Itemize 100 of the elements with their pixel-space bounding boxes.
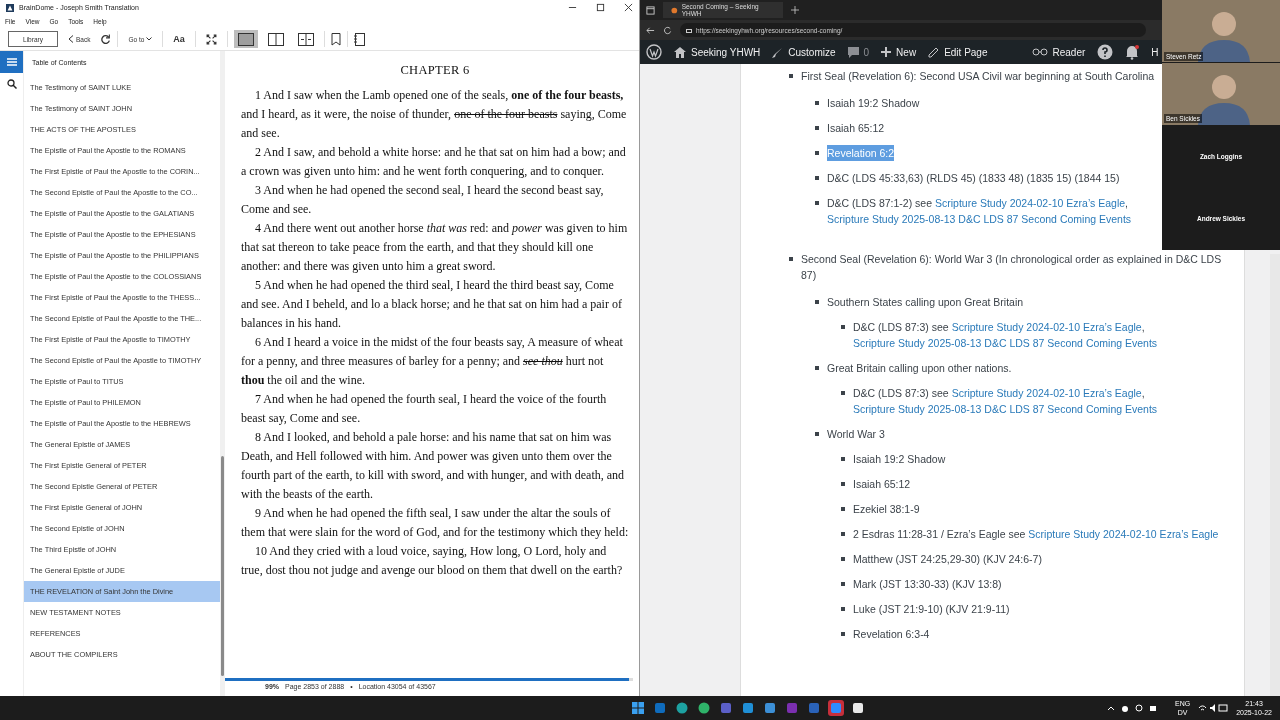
list-item-text: 2 Esdras 11:28-31 / Ezra’s Eagle see Scripture Study 2024-02-10 Ezra’s Eagle <box>853 527 1219 542</box>
network-volume-battery-icon <box>1198 703 1229 713</box>
bullet-icon <box>841 391 845 395</box>
app-logo-icon <box>631 702 644 714</box>
verse-text: 4 And there went out another horse that was red: and power was given to him that sat thereon to take peace from the earth, and that they should kill one another: and there was given unto him a great sword. <box>241 220 629 275</box>
app-logo-icon <box>719 702 732 714</box>
bullet-icon <box>841 325 845 329</box>
link[interactable]: Scripture Study 2024-02-10 Ezra’s Eagle <box>951 321 1142 333</box>
search-icon <box>6 79 17 89</box>
pencil-icon <box>928 46 940 58</box>
verse-text: 5 And when he had opened the third seal, I heard the third beast say, Come and see. And I beheld, and lo a black horse; and he that sat on him had a pair of balances in his hand. <box>241 277 623 332</box>
font-button[interactable]: Aa <box>169 30 189 48</box>
app-logo-icon <box>741 702 754 714</box>
page-layout-button[interactable] <box>233 30 258 48</box>
bullet-icon <box>841 632 845 636</box>
comments-link[interactable]: 0 <box>847 46 870 58</box>
link[interactable]: Scripture Study 2024-02-10 Ezra’s Eagle <box>1028 528 1219 540</box>
bullet-icon <box>841 482 845 486</box>
help-icon <box>1097 44 1114 60</box>
home-icon <box>674 46 686 58</box>
bullet-icon <box>841 532 845 536</box>
app-logo-icon <box>653 702 666 714</box>
refresh-icon <box>100 33 112 45</box>
verse-text: 1 And I saw when the Lamb opened one of the seals, one of the four beasts, and I heard, as it were, the noise of thunder, one of the four beasts saying, Come and see. <box>241 87 628 142</box>
bookmark-icon <box>330 32 341 46</box>
glasses-icon <box>1031 48 1048 56</box>
list-item-text: Ezekiel 38:1-9 <box>853 502 920 517</box>
bullet-icon <box>815 126 819 130</box>
bullet-icon <box>815 176 819 180</box>
brush-icon <box>772 46 784 58</box>
bullet-icon <box>841 607 845 611</box>
account-link[interactable]: H <box>1151 46 1159 58</box>
list-item-text: Matthew (JST 24:25,29-30) (KJV 24:6-7) <box>853 552 1042 567</box>
notebook-icon <box>353 32 365 46</box>
caret-icon <box>146 37 153 41</box>
list-item-text: Revelation 6:2 <box>827 145 895 161</box>
plus-icon <box>881 47 892 57</box>
site-link[interactable]: Seeking YHWH <box>674 46 761 58</box>
app-logo-icon <box>807 702 820 714</box>
app-logo-icon <box>6 3 14 12</box>
bullet-icon <box>789 74 793 78</box>
taskbar-app-icon[interactable] <box>629 700 646 716</box>
contents-tab[interactable] <box>0 51 23 73</box>
list-item-text: Second Seal (Revelation 6): World War 3 (In chronological order as explained in D&C LDS 87) <box>801 252 1223 283</box>
expand-icon <box>205 33 217 45</box>
verse-text: 9 And when he had opened the fifth seal, I saw under the altar the souls of them that were slain for the word of God, and for the testimony which they held: <box>241 505 629 541</box>
bullet-icon <box>815 101 819 105</box>
list-item-text: D&C (LDS 87:3) see Scripture Study 2024-02-10 Ezra’s Eagle, Scripture Study 2025-08-13 D&C LDS 87 Second Coming Events <box>853 386 1159 417</box>
close-icon[interactable] <box>624 3 633 12</box>
chevron-left-icon <box>68 35 74 43</box>
page-layout-icon <box>297 32 314 46</box>
list-item-text: Isaiah 19:2 Shadow <box>853 452 946 467</box>
bullet-icon <box>841 582 845 586</box>
list-item-text: First Seal (Revelation 6): Second USA Civil war beginning at South Carolina <box>801 69 1155 84</box>
maximize-icon[interactable] <box>596 3 605 12</box>
customize-link[interactable]: Customize <box>772 46 836 58</box>
bullet-icon <box>841 507 845 511</box>
bullet-icon <box>815 300 819 304</box>
reader-link[interactable]: Reader <box>1031 46 1086 58</box>
link[interactable]: Scripture Study 2025-08-13 D&C LDS 87 Second Coming Events <box>827 213 1132 225</box>
verse-text: 7 And when he had opened the fourth seal, I heard the voice of the fourth beast say, Come and see. <box>241 391 608 427</box>
verse-text: 8 And I looked, and behold a pale horse: and his name that sat on him was Death, and Hell followed with him. And power was given unto them over the fourth part of the earth, to kill with sword, and with hunger, and with death, and with the beasts of the earth. <box>241 429 626 503</box>
back-arrow-icon <box>646 25 655 35</box>
bullet-icon <box>815 432 819 436</box>
new-link[interactable]: New <box>881 46 917 58</box>
list-item-text: Mark (JST 13:30-33) (KJV 13:8) <box>853 577 1002 592</box>
list-item-text: Southern States calling upon Great Britain <box>827 295 1024 310</box>
bullet-icon <box>841 457 845 461</box>
bullet-icon <box>841 557 845 561</box>
verse-text: 6 And I heard a voice in the midst of the four beasts say, A measure of wheat for a penny, and three measures of barley for a penny; and see thou hurt not thou the oil and the wine. <box>241 334 624 389</box>
list-item-text: Revelation 6:3-4 <box>853 627 930 642</box>
menu-icon <box>6 57 17 67</box>
comment-icon <box>847 46 859 58</box>
refresh-icon <box>663 25 672 35</box>
list-item-text: Great Britain calling upon other nations. <box>827 361 1012 376</box>
page-layout-icon <box>267 32 284 46</box>
list-item-text: Luke (JST 21:9-10) (KJV 21:9-11) <box>853 602 1010 617</box>
new-tab-icon <box>791 6 799 14</box>
bullet-icon <box>789 257 793 261</box>
app-logo-icon <box>675 702 688 714</box>
scrollbar-track[interactable] <box>1270 254 1280 696</box>
link[interactable]: Scripture Study 2024-02-10 Ezra’s Eagle <box>951 387 1142 399</box>
bullet-icon <box>815 201 819 205</box>
wordpress-logo-icon <box>646 44 662 60</box>
app-logo-icon <box>851 702 864 714</box>
notification-bell-icon <box>1125 44 1140 60</box>
bullet-icon <box>815 151 819 155</box>
scrollbar-thumb[interactable] <box>221 456 224 676</box>
bullet-icon <box>815 366 819 370</box>
lock-icon <box>686 27 692 33</box>
list-item-text: Isaiah 65:12 <box>827 121 885 136</box>
verse-text: 2 And I saw, and behold a white horse: and he that sat on him had a bow; and a crown was given unto him: and he went forth conquering, and to conquer. <box>241 144 627 180</box>
list-item-text: D&C (LDS 45:33,63) (RLDS 45) (1833 48) (1835 15) (1844 15) <box>827 171 1120 186</box>
edit-page-link[interactable]: Edit Page <box>928 46 988 58</box>
list-item-text: World War 3 <box>827 427 885 442</box>
link[interactable]: Scripture Study 2025-08-13 D&C LDS 87 Second Coming Events <box>853 337 1158 349</box>
chapter-heading: CHAPTER 6 <box>399 63 471 78</box>
list-item-text: Isaiah 65:12 <box>853 477 911 492</box>
list-item-text: D&C (LDS 87:3) see Scripture Study 2024-02-10 Ezra’s Eagle, Scripture Study 2025-08-13 D&C LDS 87 Second Coming Events <box>853 320 1159 351</box>
link[interactable]: Scripture Study 2025-08-13 D&C LDS 87 Second Coming Events <box>853 403 1158 415</box>
